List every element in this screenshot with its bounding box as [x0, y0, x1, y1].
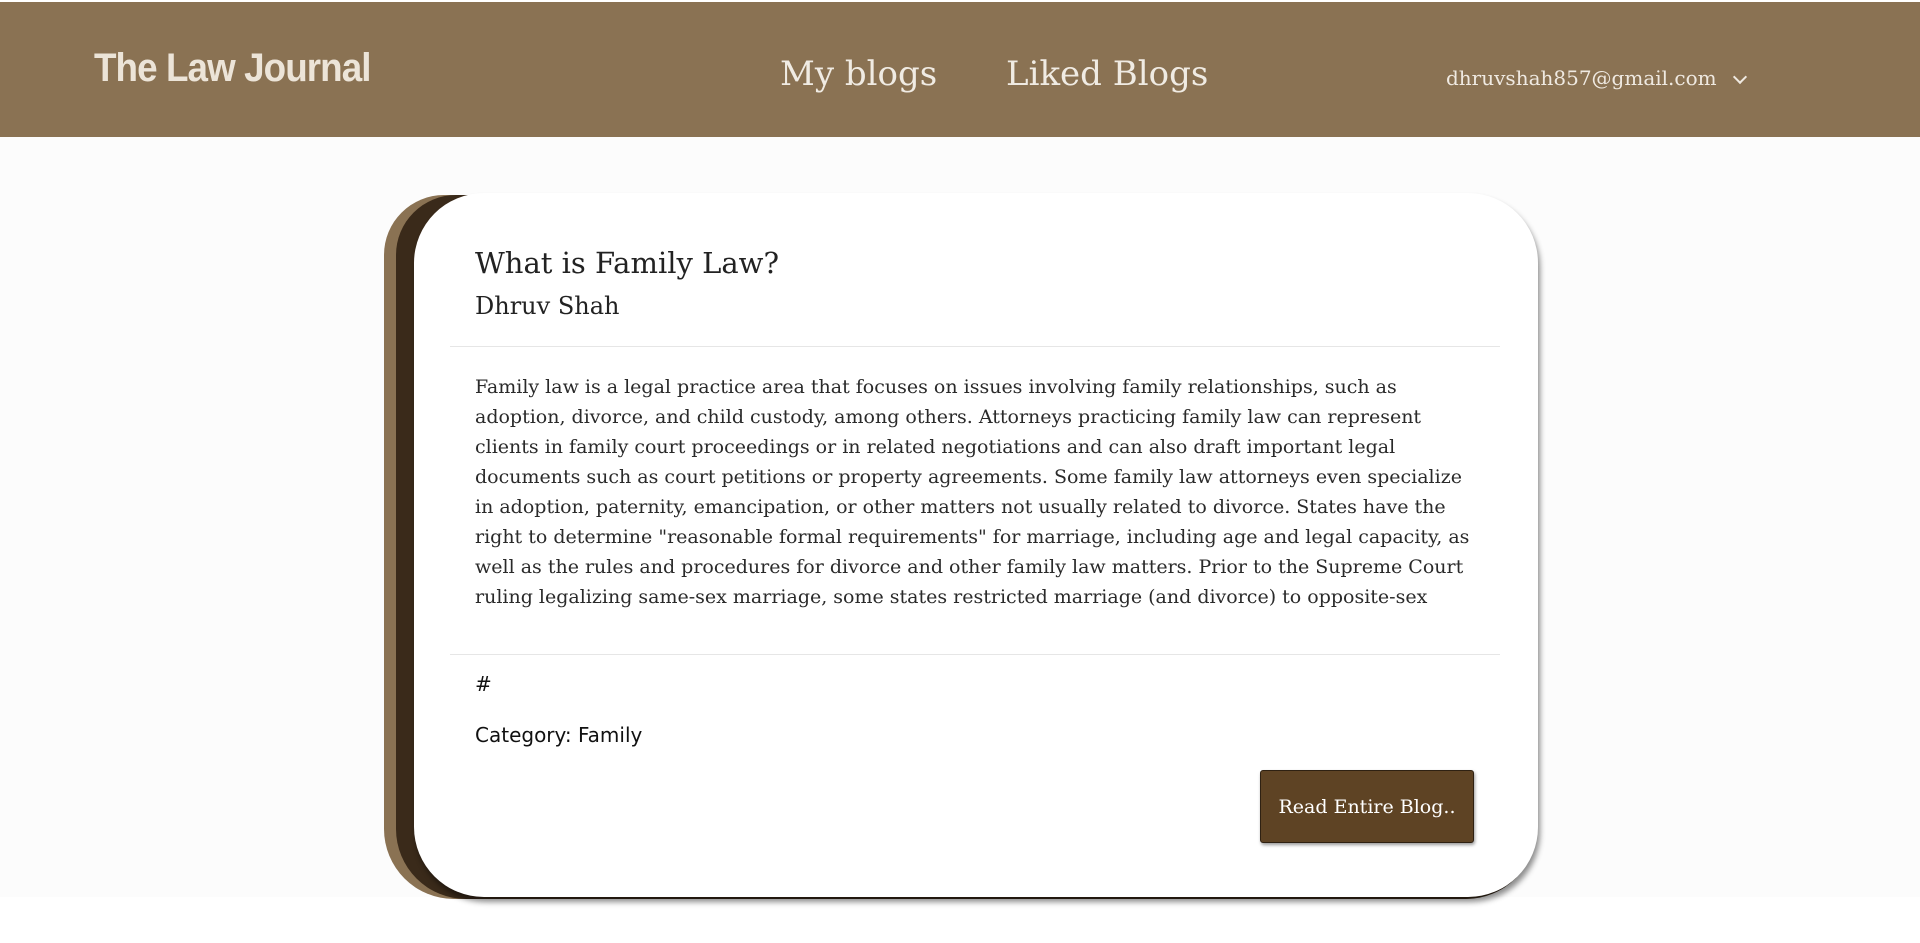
nav-link-liked-blogs[interactable]: Liked Blogs: [1006, 54, 1208, 94]
blog-excerpt: Family law is a legal practice area that…: [475, 376, 1470, 608]
chevron-down-icon[interactable]: [1732, 69, 1748, 85]
read-entire-blog-button[interactable]: Read Entire Blog..: [1260, 770, 1474, 843]
brand-logo[interactable]: The Law Journal: [94, 46, 371, 91]
divider-top: [450, 346, 1500, 347]
top-navbar: The Law Journal My blogs Liked Blogs dhr…: [0, 2, 1920, 137]
user-email-dropdown[interactable]: dhruvshah857@gmail.com: [1446, 66, 1717, 90]
blog-author: Dhruv Shah: [475, 292, 620, 320]
blog-title: What is Family Law?: [475, 246, 780, 280]
blog-category: Category: Family: [475, 723, 643, 747]
divider-bottom: [450, 654, 1500, 655]
blog-tag: #: [475, 672, 492, 696]
nav-link-my-blogs[interactable]: My blogs: [780, 54, 937, 94]
